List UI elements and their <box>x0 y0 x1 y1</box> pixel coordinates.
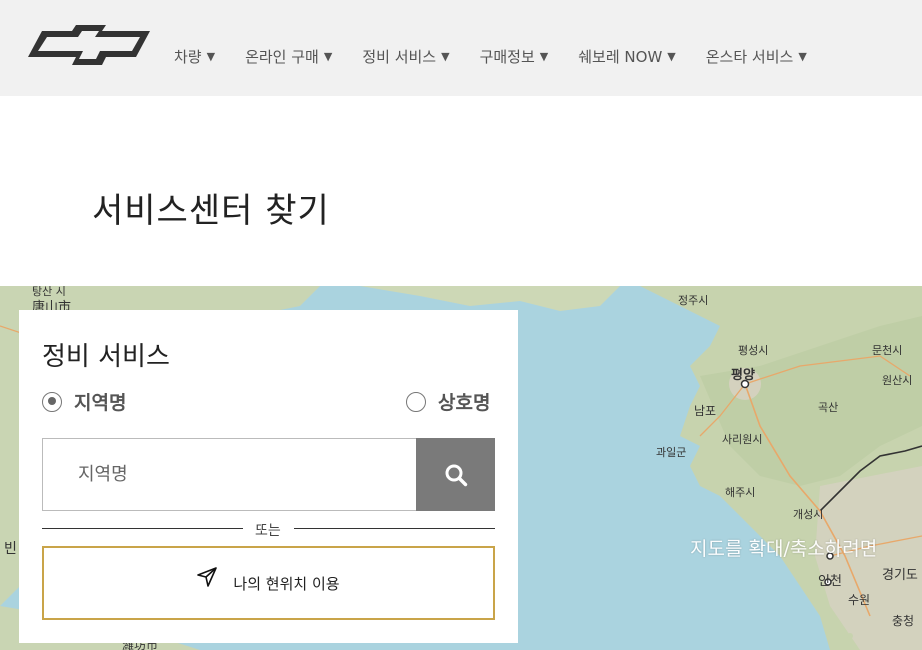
radio-unselected-icon <box>406 391 426 412</box>
region-search-input[interactable] <box>42 438 416 511</box>
map-label: 평성시 <box>738 344 769 357</box>
chevrolet-bowtie-logo[interactable] <box>28 25 150 65</box>
caret-down-icon: ▼ <box>323 49 333 63</box>
or-text: 또는 <box>255 523 281 539</box>
radio-company-label: 상호명 <box>438 392 491 414</box>
map-label: 인천 <box>818 574 842 589</box>
map-label: 빈 <box>4 541 17 557</box>
map-label: 원산시 <box>882 374 913 387</box>
or-divider: 또는 <box>42 518 495 539</box>
map-label: 곡산 <box>818 401 839 414</box>
use-my-location-label: 나의 현위치 이용 <box>233 574 340 593</box>
radio-company[interactable]: 상호명 <box>406 388 490 415</box>
nav-purchase-info[interactable]: 구매정보 ▼ <box>480 46 549 67</box>
nav-label: 온스타 서비스 <box>705 47 794 66</box>
nav-onstar-service[interactable]: 온스타 서비스 ▼ <box>706 46 807 67</box>
map-label: 해주시 <box>725 486 756 499</box>
caret-down-icon: ▼ <box>441 49 450 63</box>
location-arrow-icon <box>197 567 218 587</box>
nav-label: 쉐보레 NOW <box>578 47 663 66</box>
caret-down-icon: ▼ <box>206 49 216 63</box>
divider-line <box>42 528 243 529</box>
map-label: 문천시 <box>872 344 903 357</box>
map-label: 개성시 <box>793 508 824 521</box>
nav-label: 구매정보 <box>479 47 535 66</box>
radio-region[interactable]: 지역명 <box>42 388 126 415</box>
map-label: 과일군 <box>656 446 687 459</box>
page-title: 서비스센터 찾기 <box>92 191 330 231</box>
map-label: 사리원시 <box>722 433 763 446</box>
use-my-location-button[interactable]: 나의 현위치 이용 <box>42 546 495 620</box>
map-label: 경기도 <box>882 568 918 583</box>
nav-label: 정비 서비스 <box>362 47 437 66</box>
nav-vehicles[interactable]: 차량 ▼ <box>174 46 215 67</box>
radio-region-label: 지역명 <box>74 392 127 414</box>
map-label: 정주시 <box>678 294 709 307</box>
caret-down-icon: ▼ <box>798 49 807 63</box>
main-nav: 차량 ▼ 온라인 구매 ▼ 정비 서비스 ▼ 구매정보 ▼ 쉐보레 NOW ▼ 온스타 서… <box>174 44 837 68</box>
caret-down-icon: ▼ <box>667 49 676 63</box>
site-header: 차량 ▼ 온라인 구매 ▼ 정비 서비스 ▼ 구매정보 ▼ 쉐보레 NOW ▼ 온스타 서… <box>0 0 922 96</box>
panel-title: 정비 서비스 <box>42 342 170 372</box>
nav-label: 온라인 구매 <box>245 47 319 66</box>
map-label: 남포 <box>694 404 717 418</box>
map-label: 평양 <box>731 368 755 383</box>
caret-down-icon: ▼ <box>539 49 549 63</box>
map-label: 수원 <box>848 593 871 607</box>
search-panel: 정비 서비스 지역명 상호명 또는 나의 현위치 이용 <box>19 310 518 643</box>
map-zoom-hint: 지도를 확대/축소하려면 <box>690 538 878 560</box>
nav-online-purchase[interactable]: 온라인 구매 ▼ <box>245 46 332 67</box>
nav-chevrolet-now[interactable]: 쉐보레 NOW ▼ <box>578 46 676 67</box>
search-button[interactable] <box>416 438 495 511</box>
radio-selected-icon <box>42 391 62 412</box>
map-label: 충청 <box>892 614 915 628</box>
nav-maintenance-service[interactable]: 정비 서비스 ▼ <box>362 46 449 67</box>
nav-label: 차량 <box>174 47 202 66</box>
search-icon <box>445 464 467 486</box>
divider-line <box>294 528 495 529</box>
